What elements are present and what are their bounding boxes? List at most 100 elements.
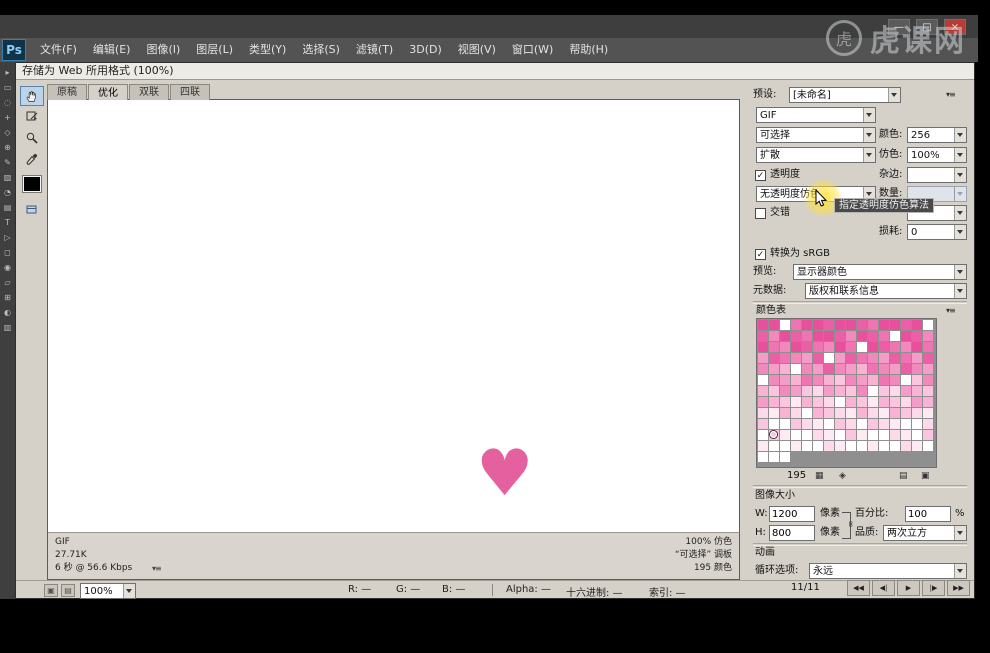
- color-swatch[interactable]: [835, 320, 845, 330]
- color-swatch[interactable]: [780, 419, 790, 429]
- color-swatch[interactable]: [846, 331, 856, 341]
- toolbar-tool-icon[interactable]: ⊞: [4, 293, 11, 303]
- color-swatch[interactable]: [813, 375, 823, 385]
- preset-select[interactable]: [未命名]: [789, 87, 901, 103]
- menu-item[interactable]: 窗口(W): [504, 38, 561, 62]
- color-swatch[interactable]: [835, 342, 845, 352]
- color-swatch[interactable]: [769, 353, 779, 363]
- toolbar-tool-icon[interactable]: ◉: [4, 263, 11, 273]
- toolbar-tool-icon[interactable]: ▨: [4, 173, 12, 183]
- toolbar-tool-icon[interactable]: ▱: [4, 278, 10, 288]
- color-swatch[interactable]: [802, 386, 812, 396]
- color-swatch[interactable]: [868, 419, 878, 429]
- color-swatch[interactable]: [912, 397, 922, 407]
- loop-select[interactable]: 永远: [809, 563, 967, 579]
- color-swatch[interactable]: [769, 430, 779, 440]
- color-swatch[interactable]: [879, 419, 889, 429]
- color-swatch[interactable]: [791, 331, 801, 341]
- menu-item[interactable]: 图层(L): [188, 38, 241, 62]
- hand-tool-button[interactable]: [20, 86, 44, 106]
- tab-2up[interactable]: 双联: [129, 84, 169, 100]
- width-input[interactable]: [769, 506, 815, 522]
- color-swatch[interactable]: [791, 353, 801, 363]
- color-swatch[interactable]: [846, 353, 856, 363]
- color-swatch[interactable]: [923, 364, 933, 374]
- color-swatch[interactable]: [923, 342, 933, 352]
- color-swatch[interactable]: [857, 419, 867, 429]
- color-swatch[interactable]: [912, 408, 922, 418]
- tab-original[interactable]: 原稿: [47, 84, 87, 100]
- color-swatch[interactable]: [758, 320, 768, 330]
- color-swatch[interactable]: [890, 408, 900, 418]
- color-swatch[interactable]: [835, 353, 845, 363]
- color-swatch[interactable]: [857, 364, 867, 374]
- color-swatch[interactable]: [835, 397, 845, 407]
- color-swatch[interactable]: [901, 353, 911, 363]
- color-swatch[interactable]: [791, 397, 801, 407]
- menu-item[interactable]: 3D(D): [401, 38, 450, 62]
- color-swatch[interactable]: [901, 320, 911, 330]
- preset-menu-icon[interactable]: ▾≡: [946, 90, 956, 99]
- color-swatch[interactable]: [802, 441, 812, 451]
- color-swatch[interactable]: [791, 441, 801, 451]
- color-swatch[interactable]: [857, 386, 867, 396]
- toolbar-tool-icon[interactable]: ⊕: [4, 143, 11, 153]
- color-swatch[interactable]: [769, 386, 779, 396]
- lossy-select[interactable]: 0: [907, 224, 967, 240]
- color-swatch[interactable]: [923, 320, 933, 330]
- color-swatch[interactable]: [802, 320, 812, 330]
- color-swatch[interactable]: [813, 419, 823, 429]
- color-swatch[interactable]: [824, 430, 834, 440]
- color-swatch[interactable]: [802, 375, 812, 385]
- color-swatch[interactable]: [769, 419, 779, 429]
- color-swatch[interactable]: [835, 386, 845, 396]
- color-swatch[interactable]: [923, 441, 933, 451]
- color-swatch[interactable]: [791, 419, 801, 429]
- color-swatch[interactable]: [780, 397, 790, 407]
- menu-item[interactable]: 类型(Y): [241, 38, 294, 62]
- transparency-checkbox[interactable]: ✓: [755, 169, 766, 181]
- color-swatch[interactable]: [901, 386, 911, 396]
- color-swatch[interactable]: [901, 441, 911, 451]
- color-swatch[interactable]: [857, 320, 867, 330]
- color-swatch[interactable]: [824, 419, 834, 429]
- color-swatch[interactable]: [923, 419, 933, 429]
- dither-amount-select[interactable]: 100%: [907, 147, 967, 163]
- zoom-tool-button[interactable]: [20, 128, 44, 148]
- color-swatch[interactable]: [846, 408, 856, 418]
- color-swatch[interactable]: [901, 364, 911, 374]
- color-swatch[interactable]: [813, 430, 823, 440]
- color-swatch[interactable]: [868, 386, 878, 396]
- color-swatch[interactable]: [923, 408, 933, 418]
- color-swatch[interactable]: [802, 397, 812, 407]
- previous-frame-button[interactable]: ◀|: [872, 580, 895, 596]
- color-swatch[interactable]: [791, 386, 801, 396]
- color-swatch[interactable]: [857, 375, 867, 385]
- last-frame-button[interactable]: ▶▶: [947, 580, 970, 596]
- color-swatch[interactable]: [758, 375, 768, 385]
- preview-select[interactable]: 显示器颜色: [793, 264, 967, 280]
- color-swatch[interactable]: [780, 353, 790, 363]
- toolbar-tool-icon[interactable]: ▤: [4, 203, 12, 213]
- color-swatch[interactable]: [879, 342, 889, 352]
- color-swatch[interactable]: [879, 375, 889, 385]
- color-swatch[interactable]: [758, 408, 768, 418]
- color-swatch[interactable]: [846, 386, 856, 396]
- color-swatch[interactable]: [868, 320, 878, 330]
- color-swatch[interactable]: [758, 353, 768, 363]
- color-swatch[interactable]: [824, 386, 834, 396]
- menu-item[interactable]: 滤镜(T): [348, 38, 401, 62]
- color-swatch[interactable]: [912, 331, 922, 341]
- color-swatch[interactable]: [890, 375, 900, 385]
- color-swatch[interactable]: [780, 408, 790, 418]
- color-swatch[interactable]: [791, 320, 801, 330]
- color-swatch[interactable]: [901, 408, 911, 418]
- color-reduction-select[interactable]: 可选择: [756, 127, 876, 143]
- color-swatch[interactable]: [901, 331, 911, 341]
- color-swatch[interactable]: [780, 452, 790, 462]
- color-swatch[interactable]: [857, 331, 867, 341]
- color-swatch[interactable]: [758, 441, 768, 451]
- color-swatch[interactable]: [835, 430, 845, 440]
- color-swatch[interactable]: [890, 397, 900, 407]
- preview-menu-icon[interactable]: ▾≡: [152, 564, 162, 573]
